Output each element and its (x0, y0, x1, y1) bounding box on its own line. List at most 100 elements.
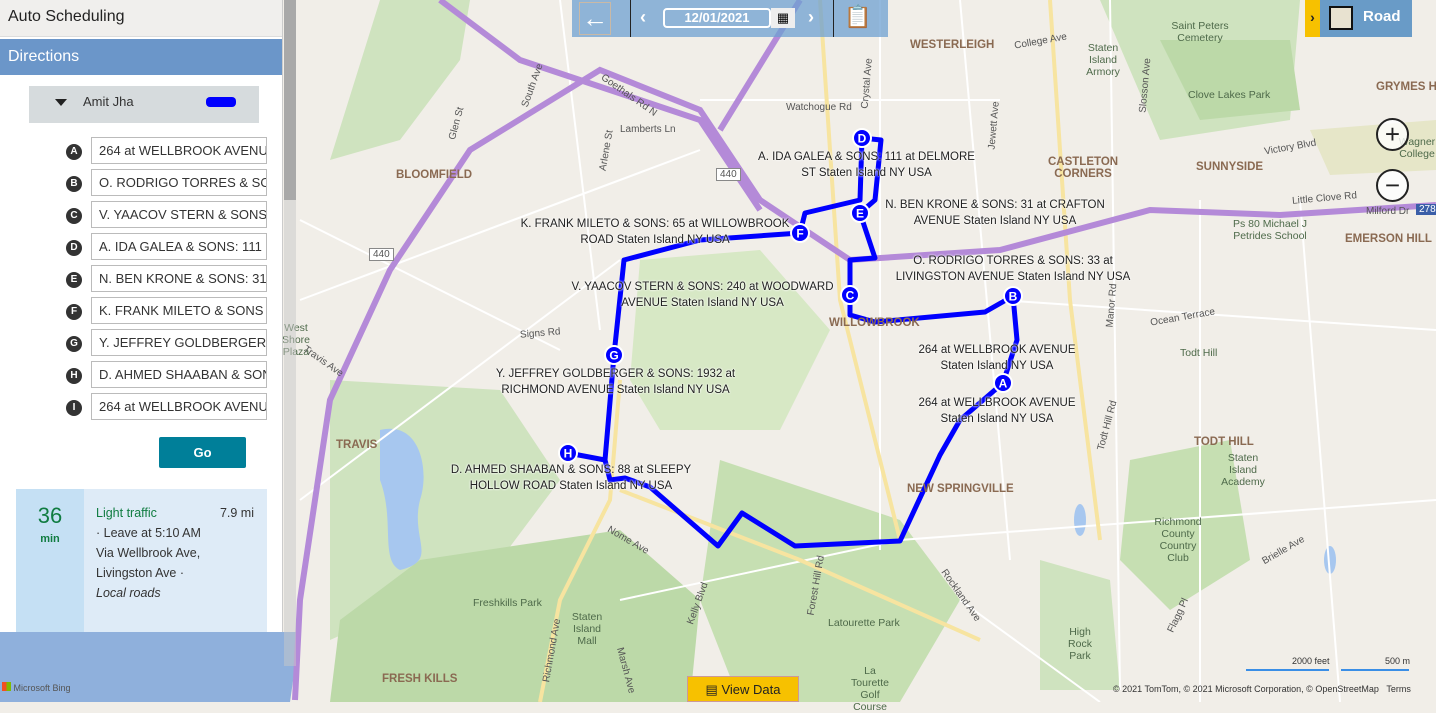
directions-header: Directions (0, 39, 282, 75)
map-style-label: Road (1363, 8, 1401, 25)
sidebar: Auto Scheduling Directions Amit Jha A 264… (0, 0, 283, 632)
route-label-a: 264 at WELLBROOK AVENUE Staten Island NY… (918, 344, 1076, 372)
stop-badge: D (66, 240, 82, 256)
zoom-in-button[interactable]: + (1376, 118, 1409, 151)
stop-badge: E (66, 272, 82, 288)
place-label: TRAVIS (336, 439, 378, 451)
street-label: Lamberts Ln (620, 124, 676, 135)
route-label-e: N. BEN KRONE & SONS: 31 at CRAFTON AVENU… (885, 199, 1105, 227)
zoom-out-button[interactable]: − (1376, 169, 1409, 202)
svg-text:F: F (796, 227, 803, 241)
marker-C: C (840, 285, 860, 305)
place-label: NEW SPRINGVILLE (907, 483, 1014, 495)
svg-text:H: H (564, 447, 573, 461)
arrow-left-icon[interactable]: ← (579, 2, 611, 35)
driver-row[interactable]: Amit Jha (29, 86, 259, 123)
poi-label: Ps 80 Michael J Petrides School (1232, 218, 1308, 242)
sidebar-scrollbar-thumb[interactable] (284, 0, 296, 200)
street-label: Milford Dr (1366, 206, 1410, 217)
poi-label: Latourette Park (828, 617, 900, 629)
divider (833, 0, 834, 37)
driver-name: Amit Jha (83, 94, 134, 109)
route-label-a-end: 264 at WELLBROOK AVENUE Staten Island NY… (918, 397, 1076, 425)
place-label: GRYMES HILL (1376, 81, 1436, 93)
scale-bar (1341, 669, 1409, 671)
marker-E: E (850, 203, 870, 223)
table-icon: ▤ (705, 682, 718, 697)
stop-row: A 264 at WELLBROOK AVENUE (66, 137, 268, 165)
route-summary[interactable]: 36 min Light traffic 7.9 mi · Leave at 5… (16, 489, 267, 632)
date-toolbar: ← ‹ 12/01/2021 ▦ › 📋 (572, 0, 888, 37)
duration-value: 36 (37, 503, 63, 528)
stop-input[interactable]: 264 at WELLBROOK AVENUE (91, 393, 267, 420)
poi-label: Richmond County Country Club (1154, 516, 1202, 564)
stop-row: I 264 at WELLBROOK AVENUE (66, 393, 268, 421)
stop-input[interactable]: O. RODRIGO TORRES & SONS (91, 169, 267, 196)
divider (630, 0, 631, 37)
chevron-left-icon[interactable]: ‹ (640, 7, 646, 28)
route-label-h: D. AHMED SHAABAN & SONS: 88 at SLEEPY HO… (450, 464, 692, 492)
stop-input[interactable]: K. FRANK MILETO & SONS (91, 297, 267, 324)
route-color-swatch (206, 97, 236, 107)
route-label-b: O. RODRIGO TORRES & SONS: 33 at LIVINGST… (895, 255, 1131, 283)
place-label: WILLOWBROOK (829, 317, 920, 329)
bing-logo: Microsoft Bing (2, 682, 71, 693)
go-button[interactable]: Go (159, 437, 246, 468)
svg-text:A: A (999, 377, 1008, 391)
place-label: BLOOMFIELD (396, 169, 473, 181)
poi-label: High Rock Park (1068, 626, 1092, 662)
stop-input[interactable]: Y. JEFFREY GOLDBERGER (91, 329, 267, 356)
stop-row: E N. BEN KRONE & SONS: 31 (66, 265, 268, 293)
calendar-icon[interactable]: ▦ (771, 8, 795, 28)
stop-input[interactable]: D. AHMED SHAABAN & SONS (91, 361, 267, 388)
poi-label: Freshkills Park (473, 597, 542, 609)
app-title: Auto Scheduling (0, 0, 282, 37)
poi-label: Staten Island Mall (571, 611, 603, 647)
caret-down-icon[interactable] (55, 99, 67, 106)
stop-badge: G (66, 336, 82, 352)
stop-row: G Y. JEFFREY GOLDBERGER (66, 329, 268, 357)
poi-label: Staten Island Academy (1221, 452, 1265, 488)
scale-bar (1246, 669, 1329, 671)
place-label: TODT HILL (1194, 436, 1254, 448)
stop-row: H D. AHMED SHAABAN & SONS (66, 361, 268, 389)
stop-input[interactable]: V. YAACOV STERN & SONS (91, 201, 267, 228)
terms-link[interactable]: Terms (1386, 684, 1411, 694)
marker-B: B (1003, 286, 1023, 306)
marker-G: G (604, 345, 624, 365)
place-label: CASTLETON CORNERS (1048, 156, 1119, 180)
stop-input[interactable]: N. BEN KRONE & SONS: 31 (91, 265, 267, 292)
route-label-d: A. IDA GALEA & SONS: 111 at DELMORE ST S… (758, 151, 975, 179)
svg-text:D: D (858, 132, 867, 146)
stop-badge: A (66, 144, 82, 160)
stop-input[interactable]: A. IDA GALEA & SONS: 111 (91, 233, 267, 260)
chevron-right-icon[interactable]: › (808, 7, 814, 28)
highway-shield: 440 (716, 168, 741, 181)
place-label: FRESH KILLS (382, 673, 458, 685)
scale-imperial: 2000 feet (1292, 656, 1330, 666)
clipboard-edit-icon[interactable]: 📋 (844, 4, 871, 30)
chevron-right-icon[interactable]: › (1305, 0, 1320, 37)
stop-input[interactable]: 264 at WELLBROOK AVENUE (91, 137, 267, 164)
stop-row: F K. FRANK MILETO & SONS (66, 297, 268, 325)
route-via: Via Wellbrook Ave, Livingston Ave · (96, 546, 201, 580)
svg-text:G: G (609, 349, 618, 363)
stop-badge: C (66, 208, 82, 224)
svg-text:B: B (1009, 290, 1018, 304)
marker-H: H (558, 443, 578, 463)
place-label: SUNNYSIDE (1196, 161, 1264, 173)
poi-label: Saint Peters Cemetery (1171, 20, 1229, 44)
poi-label: Staten Island Armory (1086, 42, 1120, 78)
stop-row: D A. IDA GALEA & SONS: 111 (66, 233, 268, 261)
leave-time: · Leave at 5:10 AM (96, 526, 201, 540)
map-style-button[interactable]: › Road (1305, 0, 1412, 37)
date-input[interactable]: 12/01/2021 (663, 8, 771, 28)
place-label: EMERSON HILL (1345, 233, 1432, 245)
road-type: Local roads (96, 586, 161, 600)
svg-text:E: E (856, 207, 864, 221)
scale-metric: 500 m (1385, 656, 1411, 666)
duration-unit: min (40, 533, 60, 545)
view-data-button[interactable]: ▤ View Data (687, 676, 799, 702)
highway-shield: 440 (369, 248, 394, 261)
stop-badge: B (66, 176, 82, 192)
